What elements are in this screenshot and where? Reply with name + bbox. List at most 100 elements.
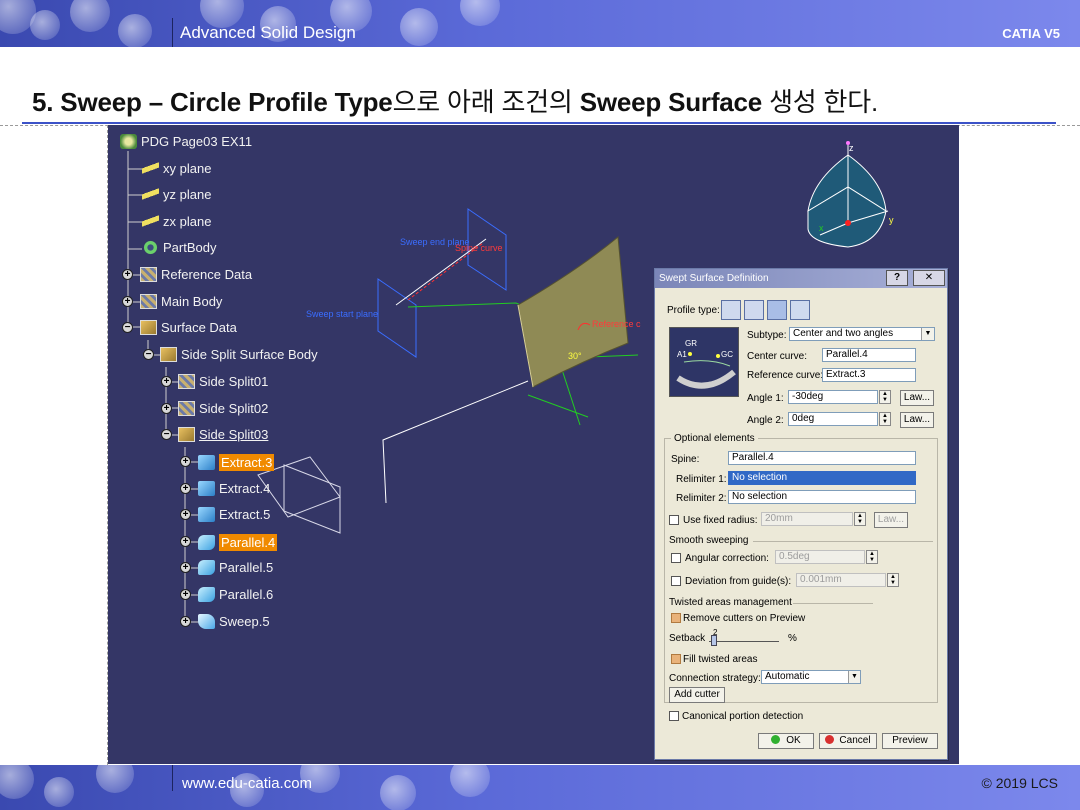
product-name: CATIA V5	[1002, 26, 1060, 41]
canonical-detection-label: Canonical portion detection	[682, 711, 804, 722]
collapse-side-split03[interactable]: −	[161, 429, 172, 440]
relimiter1-field[interactable]: No selection	[728, 471, 916, 485]
expand-parallel-6[interactable]: +	[180, 589, 191, 600]
tree-item-surface-data[interactable]: Surface Data	[140, 320, 237, 335]
profile-type-conic-icon[interactable]	[790, 300, 810, 320]
angle1-field[interactable]: -30deg	[788, 390, 878, 404]
tree-item-sweep-5[interactable]: Sweep.5	[198, 614, 270, 629]
cancel-button[interactable]: Cancel	[819, 733, 877, 749]
expand-extract-3[interactable]: +	[180, 456, 191, 467]
plane-icon	[142, 161, 159, 176]
reference-curve-label: Reference c	[592, 319, 641, 329]
profile-type-line-icon[interactable]	[744, 300, 764, 320]
title-part-4: 생성 한다.	[762, 87, 879, 117]
fixed-radius-spinner[interactable]: ▲ ▼	[854, 512, 866, 526]
fixed-radius-law-button[interactable]: Law...	[874, 512, 908, 528]
fixed-radius-field[interactable]: 20mm	[761, 512, 853, 526]
connection-strategy-select[interactable]: Automatic	[761, 670, 861, 684]
expand-main-body[interactable]: +	[122, 296, 133, 307]
tree-item-side-split02[interactable]: Side Split02	[178, 401, 268, 416]
geometrical-set-icon	[140, 267, 157, 282]
header-band: Advanced Solid Design CATIA V5	[0, 0, 1080, 47]
swept-surface-dialog: Swept Surface Definition ? ✕ Profile typ…	[654, 268, 948, 760]
extract-icon	[198, 507, 215, 522]
relimiter2-field[interactable]: No selection	[728, 490, 916, 504]
remove-cutters-checkbox[interactable]	[671, 613, 681, 623]
deviation-spinner[interactable]: ▲ ▼	[887, 573, 899, 587]
expand-reference-data[interactable]: +	[122, 269, 133, 280]
collapse-side-split-surface-body[interactable]: −	[143, 349, 154, 360]
collapse-surface-data[interactable]: −	[122, 322, 133, 333]
setback-unit: %	[788, 633, 797, 644]
preview-label-a1: A1	[677, 350, 687, 359]
close-button[interactable]: ✕	[913, 270, 945, 286]
smooth-sweeping-label: Smooth sweeping	[669, 535, 749, 546]
expand-sweep-5[interactable]: +	[180, 616, 191, 627]
use-fixed-radius-checkbox[interactable]	[669, 515, 679, 525]
expand-parallel-4[interactable]: +	[180, 536, 191, 547]
subtype-select[interactable]: Center and two angles	[789, 327, 935, 341]
tree-root[interactable]: PDG Page03 EX11	[120, 134, 252, 149]
slide-title: 5. Sweep – Circle Profile Type으로 아래 조건의 …	[32, 82, 878, 119]
reference-curve-label: Reference curve:	[747, 370, 824, 381]
footer-url[interactable]: www.edu-catia.com	[182, 775, 312, 792]
tree-item-parallel-4[interactable]: Parallel.4	[198, 534, 278, 551]
help-button[interactable]: ?	[886, 270, 908, 286]
tree-item-zx-plane[interactable]: zx plane	[142, 214, 211, 229]
sweep-start-plane	[377, 278, 417, 358]
tree-item-extract-3[interactable]: Extract.3	[198, 454, 275, 471]
center-curve-field[interactable]: Parallel.4	[822, 348, 916, 362]
reference-curve-field[interactable]: Extract.3	[822, 368, 916, 382]
angular-correction-field[interactable]: 0.5deg	[775, 550, 865, 564]
spine-field[interactable]: Parallel.4	[728, 451, 916, 465]
fill-twisted-label: Fill twisted areas	[683, 654, 758, 665]
setback-slider-handle[interactable]	[711, 635, 717, 646]
expand-parallel-5[interactable]: +	[180, 562, 191, 573]
add-cutter-button[interactable]: Add cutter	[669, 687, 725, 703]
tree-item-xy-plane[interactable]: xy plane	[142, 161, 211, 176]
tree-item-side-split-surface-body[interactable]: Side Split Surface Body	[160, 347, 318, 362]
preview-button[interactable]: Preview	[882, 733, 938, 749]
angular-correction-spinner[interactable]: ▲ ▼	[866, 550, 878, 564]
angle2-spinner[interactable]: ▲ ▼	[879, 412, 891, 426]
center-curve-label: Center curve:	[747, 351, 808, 362]
parallel-curve-icon	[198, 587, 215, 602]
tree-item-parallel-6[interactable]: Parallel.6	[198, 587, 273, 602]
setback-label: Setback	[669, 633, 706, 644]
expand-side-split01[interactable]: +	[161, 376, 172, 387]
angle1-law-button[interactable]: Law...	[900, 390, 934, 406]
deviation-field[interactable]: 0.001mm	[796, 573, 886, 587]
tree-item-parallel-5[interactable]: Parallel.5	[198, 560, 273, 575]
canonical-detection-checkbox[interactable]	[669, 711, 679, 721]
angular-correction-checkbox[interactable]	[671, 553, 681, 563]
ok-button[interactable]: OK	[758, 733, 814, 749]
chevron-down-icon[interactable]: ▼	[848, 671, 860, 683]
deviation-checkbox[interactable]	[671, 576, 681, 586]
preview-label-gr: GR	[685, 339, 697, 348]
optional-elements-label: Optional elements	[671, 433, 758, 444]
chevron-down-icon[interactable]: ▼	[921, 328, 934, 340]
tree-item-yz-plane[interactable]: yz plane	[142, 187, 211, 202]
plane-icon	[142, 214, 159, 229]
tree-item-reference-data[interactable]: Reference Data	[140, 267, 252, 282]
tree-item-side-split01[interactable]: Side Split01	[178, 374, 268, 389]
angle2-field[interactable]: 0deg	[788, 412, 878, 426]
parallel-curve-icon	[198, 560, 215, 575]
expand-side-split02[interactable]: +	[161, 403, 172, 414]
extract-icon	[198, 481, 215, 496]
profile-type-explicit-icon[interactable]	[721, 300, 741, 320]
angle1-label: Angle 1:	[747, 393, 784, 404]
tree-item-side-split03[interactable]: Side Split03	[178, 427, 268, 442]
title-part-3: Sweep Surface	[579, 87, 763, 117]
profile-type-circle-icon[interactable]	[767, 300, 787, 320]
tree-item-extract-4[interactable]: Extract.4	[198, 481, 270, 496]
expand-extract-4[interactable]: +	[180, 483, 191, 494]
expand-extract-5[interactable]: +	[180, 509, 191, 520]
angle2-law-button[interactable]: Law...	[900, 412, 934, 428]
tree-item-main-body[interactable]: Main Body	[140, 294, 222, 309]
tree-item-extract-5[interactable]: Extract.5	[198, 507, 270, 522]
tree-item-partbody[interactable]: PartBody	[142, 240, 216, 255]
angle1-spinner[interactable]: ▲ ▼	[879, 390, 891, 404]
fill-twisted-checkbox[interactable]	[671, 654, 681, 664]
sweep-surface	[517, 236, 629, 388]
